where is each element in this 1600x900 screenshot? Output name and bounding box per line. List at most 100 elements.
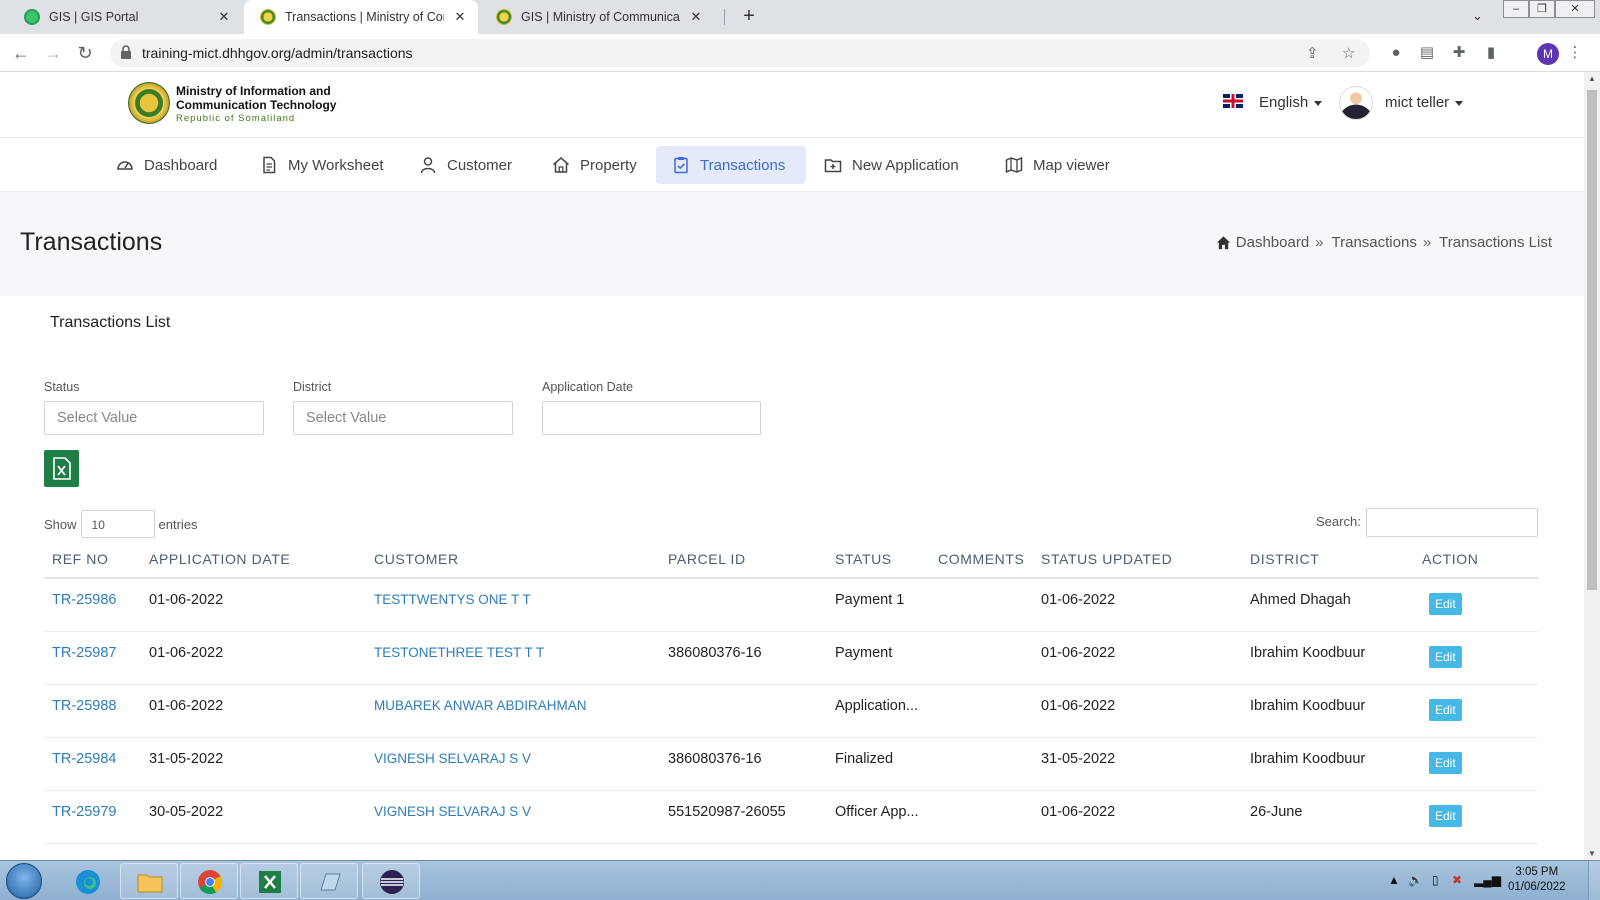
side-panel-icon[interactable]: ▮ [1482, 44, 1500, 62]
ref-no-link[interactable]: TR-25987 [44, 631, 141, 685]
close-tab-icon[interactable]: ✕ [452, 9, 468, 25]
map-icon [1005, 156, 1023, 174]
minimize-icon[interactable]: – [1503, 0, 1529, 18]
taskbar-excel[interactable] [240, 863, 298, 899]
action-cell: Edit [1414, 578, 1538, 632]
edit-button[interactable]: Edit [1429, 698, 1462, 721]
page-scrollbar[interactable]: ▲ ▼ [1584, 72, 1600, 860]
customer-link[interactable]: VIGNESH SELVARAJ S V [366, 737, 660, 791]
volume-icon[interactable]: 🔊 [1408, 873, 1423, 887]
ref-no-link[interactable]: TR-25979 [44, 790, 141, 844]
tab-search-chevron-icon[interactable]: ⌄ [1472, 8, 1483, 24]
system-clock[interactable]: 3:05 PM 01/06/2022 [1508, 865, 1566, 895]
password-extension-icon[interactable]: ● [1387, 44, 1405, 62]
customer-link[interactable]: TESTTWENTYS ONE T T [366, 578, 660, 632]
status-filter-select[interactable]: Select Value [44, 401, 264, 435]
edit-button[interactable]: Edit [1429, 593, 1462, 615]
signal-icon[interactable]: ▂▄▆ [1474, 873, 1501, 887]
table-row: TR-25979 30-05-2022 VIGNESH SELVARAJ S V… [44, 790, 1538, 844]
menu-item-dashboard[interactable]: Dashboard [100, 146, 233, 184]
edit-button[interactable]: Edit [1429, 751, 1462, 774]
taskbar-eclipse[interactable] [362, 863, 420, 899]
back-arrow-icon[interactable]: ← [10, 42, 32, 64]
export-excel-button[interactable] [44, 450, 79, 487]
breadcrumb-separator: » [1315, 234, 1324, 251]
transactions-table: REF NO APPLICATION DATE CUSTOMER PARCEL … [44, 540, 1538, 844]
excel-file-icon [53, 457, 71, 480]
extensions-puzzle-icon[interactable]: ✚ [1450, 44, 1468, 62]
breadcrumb-dashboard[interactable]: Dashboard [1236, 234, 1309, 251]
share-icon[interactable]: ⇪ [1306, 44, 1319, 62]
forward-arrow-icon[interactable]: → [42, 42, 64, 64]
browser-toolbar: ← → ↻ training-mict.dhhgov.org/admin/tra… [0, 34, 1600, 72]
tray-show-hidden-icon[interactable]: ▲ [1388, 873, 1400, 887]
column-header-parcel-id[interactable]: PARCEL ID [660, 540, 827, 579]
reload-icon[interactable]: ↻ [74, 42, 96, 64]
column-header-application-date[interactable]: APPLICATION DATE [141, 540, 366, 579]
close-tab-icon[interactable]: ✕ [216, 9, 232, 25]
browser-tab-gis-portal[interactable]: GIS | GIS Portal ✕ [8, 0, 242, 34]
application-date-input[interactable] [542, 401, 761, 435]
column-header-status[interactable]: STATUS [827, 540, 930, 579]
menu-item-customer[interactable]: Customer [403, 146, 528, 184]
taskbar-chrome[interactable] [180, 863, 238, 899]
edit-button[interactable]: Edit [1429, 804, 1462, 827]
menu-item-new-application[interactable]: New Application [808, 146, 975, 184]
ref-no-link[interactable]: TR-25984 [44, 737, 141, 791]
uk-flag-icon [1223, 94, 1243, 108]
tab-title: Transactions | Ministry of Communication [285, 10, 444, 24]
profile-avatar[interactable]: M [1537, 43, 1559, 65]
entries-select[interactable]: 10 [80, 510, 155, 538]
browser-menu-icon[interactable]: ⋮ [1566, 44, 1584, 62]
menu-label: Dashboard [144, 156, 218, 174]
start-button[interactable] [6, 863, 42, 899]
show-desktop-button[interactable] [1588, 861, 1600, 900]
taskbar-file-explorer[interactable] [120, 863, 178, 899]
menu-item-property[interactable]: Property [536, 146, 653, 184]
user-avatar[interactable] [1339, 86, 1373, 120]
table-row: TR-25984 31-05-2022 VIGNESH SELVARAJ S V… [44, 737, 1538, 791]
bookmark-star-icon[interactable]: ☆ [1342, 44, 1355, 62]
battery-icon[interactable]: ▯ [1432, 873, 1439, 887]
column-header-ref-no[interactable]: REF NO [44, 540, 141, 579]
column-header-comments[interactable]: COMMENTS [930, 540, 1033, 579]
language-dropdown[interactable]: English [1259, 94, 1323, 111]
close-tab-icon[interactable]: ✕ [688, 9, 704, 25]
taskbar-edge[interactable] [58, 863, 116, 899]
browser-tab-transactions[interactable]: Transactions | Ministry of Communication… [244, 0, 478, 34]
edit-button[interactable]: Edit [1429, 645, 1462, 668]
menu-item-map-viewer[interactable]: Map viewer [989, 146, 1126, 184]
taskbar-notepad[interactable] [300, 863, 358, 899]
column-header-status-updated[interactable]: STATUS UPDATED [1033, 540, 1242, 579]
column-header-customer[interactable]: CUSTOMER [366, 540, 660, 579]
scrollbar-thumb[interactable] [1587, 90, 1597, 590]
browser-tab-gis-ministry[interactable]: GIS | Ministry of Communication ✕ [480, 0, 714, 34]
breadcrumb-transactions[interactable]: Transactions [1332, 234, 1417, 251]
menu-item-transactions[interactable]: Transactions [656, 146, 806, 184]
menu-label: Customer [447, 156, 513, 174]
table-search-input[interactable] [1366, 508, 1538, 537]
new-tab-icon[interactable]: + [737, 4, 761, 28]
district-filter-select[interactable]: Select Value [293, 401, 513, 435]
clipboard-extension-icon[interactable]: ▤ [1418, 44, 1436, 62]
ref-no-link[interactable]: TR-25986 [44, 578, 141, 632]
customer-link[interactable]: MUBAREK ANWAR ABDIRAHMAN [366, 684, 660, 738]
ref-no-link[interactable]: TR-25988 [44, 684, 141, 738]
customer-link[interactable]: VIGNESH SELVARAJ S V [366, 790, 660, 844]
network-warning-icon[interactable]: ✖ [1452, 873, 1462, 887]
ministry-seal-logo[interactable] [128, 82, 170, 124]
customer-link[interactable]: TESTONETHREE TEST T T [366, 631, 660, 685]
document-icon [263, 156, 276, 174]
user-name: mict teller [1385, 94, 1450, 111]
menu-item-my-worksheet[interactable]: My Worksheet [244, 146, 400, 184]
restore-icon[interactable]: ❐ [1529, 0, 1555, 18]
column-header-district[interactable]: DISTRICT [1242, 540, 1414, 579]
district-cell: Ibrahim Koodbuur [1242, 631, 1414, 685]
scroll-up-arrow-icon[interactable]: ▲ [1584, 74, 1600, 83]
scroll-down-arrow-icon[interactable]: ▼ [1584, 849, 1600, 858]
org-name-line2: Communication Technology [176, 98, 337, 112]
address-bar[interactable]: training-mict.dhhgov.org/admin/transacti… [110, 39, 1370, 67]
user-dropdown[interactable]: mict teller [1385, 94, 1464, 111]
close-window-icon[interactable]: ✕ [1555, 0, 1595, 18]
status-updated-cell: 01-06-2022 [1033, 790, 1242, 844]
